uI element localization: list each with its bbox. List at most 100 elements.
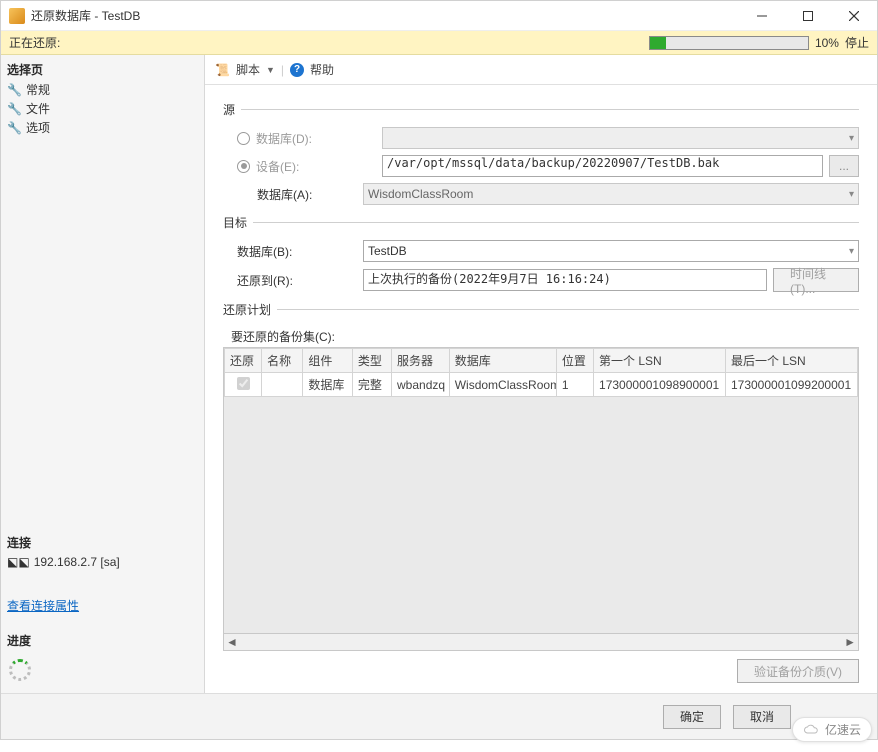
col-name[interactable]: 名称 bbox=[262, 349, 303, 373]
sidebar-item-options[interactable]: 🔧 选项 bbox=[7, 118, 198, 137]
help-icon: ? bbox=[290, 63, 304, 77]
cell-last-lsn: 173000001099200001 bbox=[725, 373, 857, 397]
restore-database-window: 还原数据库 - TestDB 正在还原: 10% 停止 选择页 🔧常规 🔧文件 … bbox=[0, 0, 878, 740]
backup-sets-grid: 还原 名称 组件 类型 服务器 数据库 位置 第一个 LSN 最后一个 LSN bbox=[223, 347, 859, 651]
device-path-input[interactable]: /var/opt/mssql/data/backup/20220907/Test… bbox=[382, 155, 823, 177]
body: 选择页 🔧常规 🔧文件 🔧选项 连接 ⬕⬕192.168.2.7 [sa] 查看… bbox=[1, 55, 877, 693]
cell-name bbox=[262, 373, 303, 397]
scroll-right-icon[interactable]: ► bbox=[844, 635, 856, 649]
progress-fill bbox=[650, 37, 666, 49]
timeline-button[interactable]: 时间线(T)... bbox=[773, 268, 859, 292]
source-db-label: 数据库(A): bbox=[257, 186, 357, 203]
source-database-select: ▾ bbox=[382, 127, 859, 149]
source-device-radio-row: 设备(E): /var/opt/mssql/data/backup/202209… bbox=[237, 155, 859, 177]
col-server[interactable]: 服务器 bbox=[392, 349, 450, 373]
sidebar-item-label: 常规 bbox=[26, 81, 50, 98]
restore-to-row: 还原到(R): 上次执行的备份(2022年9月7日 16:16:24) 时间线(… bbox=[237, 268, 859, 292]
script-dropdown-arrow-icon[interactable]: ▼ bbox=[266, 65, 275, 75]
progress-percent: 10% bbox=[815, 36, 839, 50]
toolbar-separator: | bbox=[281, 63, 284, 77]
titlebar: 还原数据库 - TestDB bbox=[1, 1, 877, 31]
sidebar-item-label: 选项 bbox=[26, 119, 50, 136]
sidebar-item-general[interactable]: 🔧 常规 bbox=[7, 80, 198, 99]
wrench-icon: 🔧 bbox=[7, 121, 22, 135]
main-panel: 📜 脚本 ▼ | ? 帮助 源 数据库(D): ▾ 设备(E): /var/op… bbox=[205, 55, 877, 693]
content: 源 数据库(D): ▾ 设备(E): /var/opt/mssql/data/b… bbox=[205, 85, 877, 693]
radio-source-database[interactable] bbox=[237, 132, 250, 145]
cell-type: 完整 bbox=[352, 373, 391, 397]
window-buttons bbox=[739, 1, 877, 31]
table-row[interactable]: 数据库 完整 wbandzq WisdomClassRoom 1 1730000… bbox=[225, 373, 858, 397]
horizontal-scrollbar[interactable]: ◄ ► bbox=[224, 633, 858, 650]
restore-checkbox[interactable] bbox=[237, 377, 250, 390]
cell-position: 1 bbox=[556, 373, 593, 397]
toolbar: 📜 脚本 ▼ | ? 帮助 bbox=[205, 55, 877, 85]
watermark-text: 亿速云 bbox=[825, 721, 861, 738]
wrench-icon: 🔧 bbox=[7, 102, 22, 116]
progress-row: 正在还原: 10% 停止 bbox=[1, 31, 877, 55]
cell-server: wbandzq bbox=[392, 373, 450, 397]
sidebar-item-label: 文件 bbox=[26, 100, 50, 117]
radio-source-database-label: 数据库(D): bbox=[256, 130, 376, 147]
ok-button[interactable]: 确定 bbox=[663, 705, 721, 729]
col-first-lsn[interactable]: 第一个 LSN bbox=[594, 349, 726, 373]
view-connection-props-link[interactable]: 查看连接属性 bbox=[7, 597, 198, 614]
group-target-header: 目标 bbox=[223, 214, 859, 231]
maximize-button[interactable] bbox=[785, 1, 831, 31]
col-type[interactable]: 类型 bbox=[352, 349, 391, 373]
cell-database: WisdomClassRoom bbox=[449, 373, 556, 397]
group-source-header: 源 bbox=[223, 101, 859, 118]
col-component[interactable]: 组件 bbox=[303, 349, 352, 373]
footer: 确定 取消 bbox=[1, 693, 877, 739]
verify-media-button[interactable]: 验证备份介质(V) bbox=[737, 659, 859, 683]
target-db-select[interactable]: TestDB▾ bbox=[363, 240, 859, 262]
scroll-left-icon[interactable]: ◄ bbox=[226, 635, 238, 649]
progress-spinner-icon bbox=[9, 659, 31, 681]
progress-title: 进度 bbox=[7, 632, 198, 649]
sidebar-item-files[interactable]: 🔧 文件 bbox=[7, 99, 198, 118]
chevron-down-icon: ▾ bbox=[849, 246, 854, 257]
connection-title: 连接 bbox=[7, 534, 198, 551]
source-db-select[interactable]: WisdomClassRoom▾ bbox=[363, 183, 859, 205]
source-database-radio-row: 数据库(D): ▾ bbox=[237, 127, 859, 149]
window-title: 还原数据库 - TestDB bbox=[31, 7, 739, 24]
verify-row: 验证备份介质(V) bbox=[223, 659, 859, 683]
cloud-icon bbox=[803, 724, 821, 736]
cancel-button[interactable]: 取消 bbox=[733, 705, 791, 729]
target-db-label: 数据库(B): bbox=[237, 243, 357, 260]
close-button[interactable] bbox=[831, 1, 877, 31]
col-position[interactable]: 位置 bbox=[556, 349, 593, 373]
progress-label: 正在还原: bbox=[9, 34, 60, 51]
col-database[interactable]: 数据库 bbox=[449, 349, 556, 373]
select-page-title: 选择页 bbox=[7, 61, 198, 78]
restore-to-input[interactable]: 上次执行的备份(2022年9月7日 16:16:24) bbox=[363, 269, 767, 291]
wrench-icon: 🔧 bbox=[7, 83, 22, 97]
stop-button[interactable]: 停止 bbox=[845, 34, 869, 51]
backup-sets-table: 还原 名称 组件 类型 服务器 数据库 位置 第一个 LSN 最后一个 LSN bbox=[224, 348, 858, 397]
script-icon: 📜 bbox=[215, 63, 230, 77]
progress-bar bbox=[649, 36, 809, 50]
sidebar: 选择页 🔧常规 🔧文件 🔧选项 连接 ⬕⬕192.168.2.7 [sa] 查看… bbox=[1, 55, 205, 693]
server-icon: ⬕⬕ bbox=[7, 555, 30, 569]
watermark-badge: 亿速云 bbox=[792, 717, 872, 742]
table-header-row: 还原 名称 组件 类型 服务器 数据库 位置 第一个 LSN 最后一个 LSN bbox=[225, 349, 858, 373]
col-restore[interactable]: 还原 bbox=[225, 349, 262, 373]
chevron-down-icon: ▾ bbox=[849, 133, 854, 144]
source-db-row: 数据库(A): WisdomClassRoom▾ bbox=[257, 183, 859, 205]
help-button[interactable]: 帮助 bbox=[310, 61, 334, 78]
group-plan-header: 还原计划 bbox=[223, 301, 859, 318]
minimize-button[interactable] bbox=[739, 1, 785, 31]
radio-source-device[interactable] bbox=[237, 160, 250, 173]
app-icon bbox=[9, 8, 25, 24]
script-button[interactable]: 脚本 bbox=[236, 61, 260, 78]
grid-empty-area bbox=[224, 397, 858, 633]
target-db-row: 数据库(B): TestDB▾ bbox=[237, 240, 859, 262]
chevron-down-icon: ▾ bbox=[849, 189, 854, 200]
cell-first-lsn: 173000001098900001 bbox=[594, 373, 726, 397]
col-last-lsn[interactable]: 最后一个 LSN bbox=[725, 349, 857, 373]
radio-source-device-label: 设备(E): bbox=[256, 158, 376, 175]
backup-sets-label: 要还原的备份集(C): bbox=[231, 328, 859, 345]
cell-component: 数据库 bbox=[303, 373, 352, 397]
browse-device-button[interactable]: ... bbox=[829, 155, 859, 177]
restore-to-label: 还原到(R): bbox=[237, 272, 357, 289]
